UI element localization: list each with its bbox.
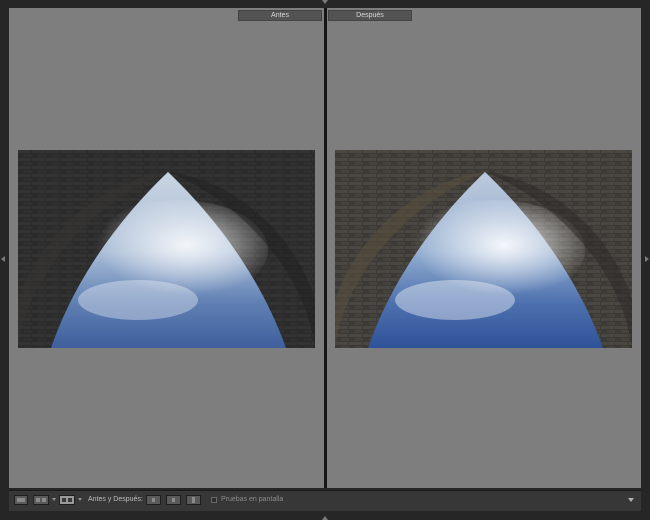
- compare-view-button[interactable]: [33, 495, 49, 505]
- swap-icon: [192, 497, 195, 503]
- before-after-view-icon-right: [68, 498, 72, 502]
- before-after-label: Antes y Después:: [88, 496, 143, 503]
- compare-area: Antes Después: [9, 8, 641, 488]
- soft-proofing-label[interactable]: Pruebas en pantalla: [221, 496, 283, 503]
- before-after-view-icon: [62, 498, 66, 502]
- before-after-view-button[interactable]: [59, 495, 75, 505]
- bottom-panel-toggle-icon[interactable]: [322, 516, 328, 520]
- toolbar-menu-icon[interactable]: [628, 498, 634, 502]
- swap-before-after-button[interactable]: [186, 495, 201, 505]
- loupe-view-button[interactable]: [14, 495, 28, 505]
- compare-view-icon-right: [42, 498, 46, 502]
- copy-reverse-icon: [172, 498, 175, 502]
- compare-view-icon: [36, 498, 40, 502]
- loupe-view-icon: [17, 498, 25, 502]
- after-label: Después: [328, 10, 412, 21]
- before-after-window: Antes Después Antes y Después: Pruebas e…: [0, 0, 650, 520]
- before-after-dropdown-icon[interactable]: [78, 498, 82, 501]
- after-photo[interactable]: [335, 150, 632, 348]
- before-photo[interactable]: [18, 150, 315, 348]
- copy-after-to-before-button[interactable]: [166, 495, 181, 505]
- top-panel-toggle-icon[interactable]: [322, 0, 328, 4]
- copy-before-to-after-button[interactable]: [146, 495, 161, 505]
- copy-icon: [152, 498, 155, 502]
- view-mode-dropdown-icon[interactable]: [52, 498, 56, 501]
- soft-proofing-checkbox[interactable]: [211, 497, 217, 503]
- after-pane[interactable]: Después: [327, 8, 641, 488]
- bottom-toolbar: Antes y Después: Pruebas en pantalla: [9, 490, 641, 511]
- right-panel-toggle-icon[interactable]: [645, 256, 649, 262]
- before-pane[interactable]: Antes: [9, 8, 324, 488]
- left-panel-toggle-icon[interactable]: [1, 256, 5, 262]
- before-label: Antes: [238, 10, 322, 21]
